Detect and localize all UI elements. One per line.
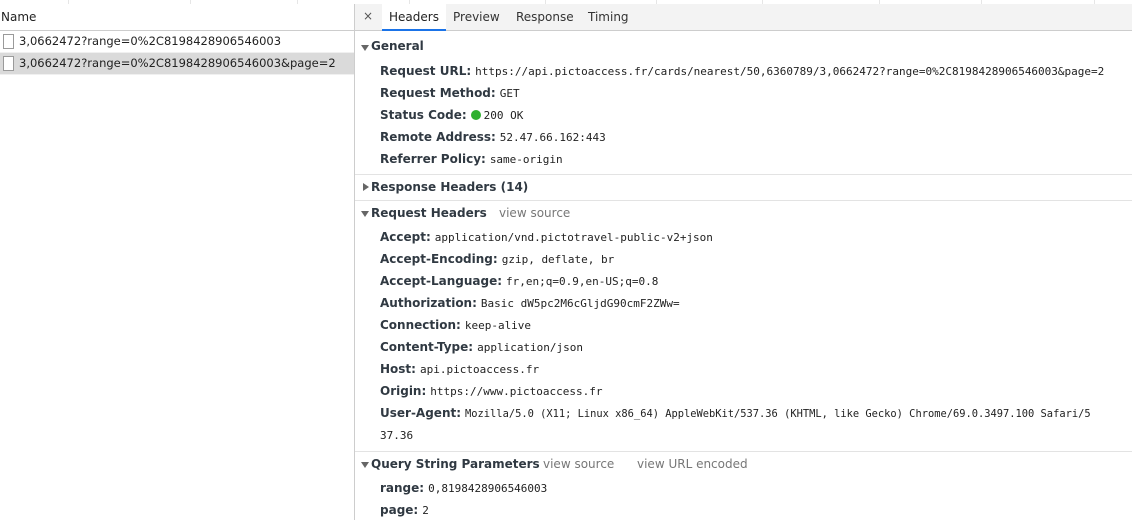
request-row-selected[interactable]: 3,0662472?range=0%2C8198428906546003&pag… xyxy=(0,53,354,75)
header-key: Accept-Encoding: xyxy=(380,252,498,266)
header-value: keep-alive xyxy=(464,319,532,332)
query-params-title[interactable]: Query String Parameters xyxy=(371,457,540,471)
request-header-row: Accept-Language: fr,en;q=0.9,en-US;q=0.8 xyxy=(380,274,658,288)
tab-timing[interactable]: Timing xyxy=(581,4,636,30)
general-row-referrer-policy: Referrer Policy: same-origin xyxy=(380,152,563,166)
request-header-row: Content-Type: application/json xyxy=(380,340,583,354)
request-list-pane: Name 3,0662472?range=0%2C819842890654600… xyxy=(0,4,355,520)
header-key: Status Code: xyxy=(380,108,467,122)
request-header-row: Host: api.pictoaccess.fr xyxy=(380,362,539,376)
name-column-header[interactable]: Name xyxy=(0,4,354,31)
general-row-request-url: Request URL: https://api.pictoaccess.fr/c… xyxy=(380,64,1104,78)
general-row-status-code: Status Code: 200 OK xyxy=(380,108,523,122)
header-value: same-origin xyxy=(489,153,563,166)
header-value: https://www.pictoaccess.fr xyxy=(430,385,603,398)
header-value: Mozilla/5.0 (X11; Linux x86_64) AppleWeb… xyxy=(465,408,1091,420)
request-header-row: Authorization: Basic dW5pc2M6cGljdG90cmF2… xyxy=(380,296,680,310)
header-key: Authorization: xyxy=(380,296,477,310)
request-header-row: User-Agent: Mozilla/5.0 (X11; Linux x86_6… xyxy=(380,406,1091,420)
response-headers-title[interactable]: Response Headers (14) xyxy=(371,180,528,194)
param-value: 2 xyxy=(422,504,429,517)
section-divider xyxy=(355,200,1132,201)
header-key: Connection: xyxy=(380,318,461,332)
header-key: Request Method: xyxy=(380,86,496,100)
header-value: GET xyxy=(499,87,520,100)
header-value: 37.36 xyxy=(380,429,414,442)
request-header-row: Accept-Encoding: gzip, deflate, br xyxy=(380,252,614,266)
request-header-row-continuation: 37.36 xyxy=(380,428,413,442)
section-divider xyxy=(355,451,1132,452)
header-key: Referrer Policy: xyxy=(380,152,486,166)
header-value: api.pictoaccess.fr xyxy=(419,363,540,376)
tab-response[interactable]: Response xyxy=(509,4,581,30)
tab-preview[interactable]: Preview xyxy=(446,4,507,30)
request-row[interactable]: 3,0662472?range=0%2C8198428906546003 xyxy=(0,31,354,53)
header-value: 200 OK xyxy=(483,109,524,122)
request-headers-title[interactable]: Request Headers xyxy=(371,206,487,220)
header-key: Origin: xyxy=(380,384,427,398)
header-value: Basic dW5pc2M6cGljdG90cmF2ZWw= xyxy=(480,297,680,310)
file-icon xyxy=(3,56,14,71)
header-value: application/vnd.pictotravel-public-v2+js… xyxy=(434,231,713,244)
param-key: range: xyxy=(380,481,425,495)
header-key: User-Agent: xyxy=(380,406,462,420)
header-key: Host: xyxy=(380,362,416,376)
query-param-row: range: 0,8198428906546003 xyxy=(380,481,547,495)
section-divider xyxy=(355,174,1132,175)
header-value: https://api.pictoaccess.fr/cards/nearest… xyxy=(475,65,1105,78)
header-key: Remote Address: xyxy=(380,130,496,144)
general-row-remote-address: Remote Address: 52.47.66.162:443 xyxy=(380,130,606,144)
header-value: gzip, deflate, br xyxy=(501,253,615,266)
collapse-down-icon[interactable] xyxy=(361,45,369,51)
close-icon[interactable]: × xyxy=(363,9,373,23)
view-source-link[interactable]: view source xyxy=(499,206,570,220)
header-key: Accept-Language: xyxy=(380,274,503,288)
header-key: Content-Type: xyxy=(380,340,474,354)
header-key: Request URL: xyxy=(380,64,472,78)
request-details-pane: × Headers Preview Response Timing Genera… xyxy=(355,4,1132,520)
view-url-encoded-link[interactable]: view URL encoded xyxy=(637,457,748,471)
expand-right-icon[interactable] xyxy=(363,183,369,191)
header-key: Accept: xyxy=(380,230,431,244)
tab-headers[interactable]: Headers xyxy=(382,4,446,31)
request-header-row: Connection: keep-alive xyxy=(380,318,531,332)
details-tabbar: × Headers Preview Response Timing xyxy=(355,4,1132,31)
param-key: page: xyxy=(380,503,419,517)
collapse-down-icon[interactable] xyxy=(361,462,369,468)
general-row-request-method: Request Method: GET xyxy=(380,86,520,100)
request-name: 3,0662472?range=0%2C8198428906546003&pag… xyxy=(19,56,336,70)
view-source-link[interactable]: view source xyxy=(543,457,614,471)
general-title[interactable]: General xyxy=(371,39,424,53)
request-name: 3,0662472?range=0%2C8198428906546003 xyxy=(19,34,282,48)
header-value: 52.47.66.162:443 xyxy=(499,131,606,144)
header-value: application/json xyxy=(477,341,584,354)
query-param-row: page: 2 xyxy=(380,503,429,517)
status-ok-icon xyxy=(470,110,481,120)
file-icon xyxy=(3,34,14,49)
request-header-row: Accept: application/vnd.pictotravel-publi… xyxy=(380,230,713,244)
param-value: 0,8198428906546003 xyxy=(428,482,548,495)
header-value: fr,en;q=0.9,en-US;q=0.8 xyxy=(506,275,659,288)
collapse-down-icon[interactable] xyxy=(361,211,369,217)
request-header-row: Origin: https://www.pictoaccess.fr xyxy=(380,384,602,398)
